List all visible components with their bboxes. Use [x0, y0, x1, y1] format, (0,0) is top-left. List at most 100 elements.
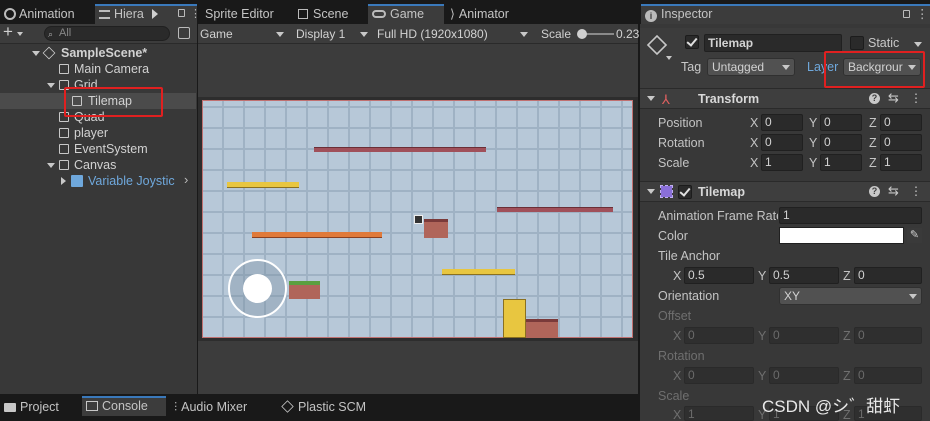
display-mode-dropdown[interactable]: Game: [200, 26, 288, 42]
color-label: Color: [658, 229, 688, 243]
chevron-down-icon[interactable]: [914, 42, 922, 47]
hierarchy-item-samplescene[interactable]: SampleScene*: [0, 45, 196, 61]
rotation-x-field[interactable]: 0: [761, 134, 803, 151]
help-icon[interactable]: ?: [869, 93, 880, 104]
tab-animation[interactable]: Animation: [0, 4, 92, 24]
layer-highlight-box: [824, 51, 925, 88]
static-checkbox[interactable]: [850, 36, 864, 50]
axis-y-label[interactable]: Y: [758, 269, 766, 283]
transform-header[interactable]: ⅄ Transform ? ⇆ ⋮: [640, 88, 930, 109]
component-menu-icon[interactable]: ⋮: [910, 91, 922, 105]
orientation-dropdown[interactable]: XY: [779, 287, 922, 305]
hierarchy-search-input[interactable]: ⌕ All: [44, 26, 170, 41]
scale-slider-handle[interactable]: [577, 29, 587, 39]
tab-animation-label: Animation: [19, 7, 75, 21]
scale-z-field[interactable]: 1: [880, 154, 922, 171]
eyedropper-icon[interactable]: ✎: [907, 228, 922, 243]
tilemap-enabled-checkbox[interactable]: [678, 185, 692, 199]
axis-z-label[interactable]: Z: [869, 136, 877, 150]
game-viewport: [202, 100, 633, 338]
axis-y-label[interactable]: Y: [809, 156, 817, 170]
position-x-field[interactable]: 0: [761, 114, 803, 131]
tile-anchor-x-value: 0.5: [688, 268, 705, 282]
collapse-arrow-icon[interactable]: [61, 177, 66, 185]
platform-yellow-left: [227, 182, 299, 188]
transform-title: Transform: [698, 92, 760, 106]
active-checkbox[interactable]: [685, 35, 699, 49]
display-dropdown[interactable]: Display 1: [296, 26, 372, 42]
expand-arrow-icon[interactable]: [647, 189, 655, 194]
object-name-field[interactable]: Tilemap: [704, 34, 842, 52]
tab-console[interactable]: Console: [82, 396, 166, 416]
component-menu-icon[interactable]: ⋮: [910, 184, 922, 198]
axis-z-label[interactable]: Z: [843, 269, 851, 283]
tab-inspector[interactable]: i Inspector ⋮: [641, 4, 930, 24]
info-icon: i: [645, 10, 657, 22]
animation-frame-rate-field[interactable]: 1: [779, 207, 922, 224]
axis-z-label[interactable]: Z: [869, 116, 877, 130]
tab-menu-icon[interactable]: ⋮: [190, 6, 201, 23]
search-options-icon[interactable]: [178, 27, 190, 39]
preset-sliders-icon[interactable]: ⇆: [888, 183, 899, 199]
tab-game[interactable]: Game: [368, 4, 444, 24]
chevron-right-icon[interactable]: ›: [184, 172, 188, 188]
joystick-handle[interactable]: [243, 274, 272, 303]
axis-z-label[interactable]: Z: [869, 156, 877, 170]
tile-anchor-y-field[interactable]: 0.5: [769, 267, 839, 284]
lock-icon[interactable]: [178, 9, 185, 17]
tab-audio-mixer[interactable]: ⫶ Audio Mixer: [170, 397, 274, 417]
resolution-dropdown[interactable]: Full HD (1920x1080): [377, 26, 532, 42]
hierarchy-item-variable-joystick[interactable]: Variable Joystic ›: [0, 172, 196, 189]
expand-arrow-icon[interactable]: [47, 83, 55, 88]
lock-icon[interactable]: [903, 10, 910, 18]
hierarchy-icon: [99, 10, 110, 19]
position-y-field[interactable]: 0: [820, 114, 862, 131]
axis-y-label[interactable]: Y: [809, 116, 817, 130]
animator-icon: ⟩: [450, 7, 455, 21]
chevron-down-icon[interactable]: [17, 32, 23, 36]
tile-anchor-x-field[interactable]: 0.5: [684, 267, 754, 284]
watermark-text: CSDN @シ゛甜虾: [762, 397, 901, 416]
scale-slider[interactable]: [577, 29, 614, 39]
expand-arrow-icon[interactable]: [32, 51, 40, 56]
tab-plastic-scm[interactable]: Plastic SCM: [278, 397, 388, 417]
expand-arrow-icon[interactable]: [47, 163, 55, 168]
tilemap-component-header[interactable]: Tilemap ? ⇆ ⋮: [640, 181, 930, 202]
tab-overflow-arrow[interactable]: [152, 9, 158, 19]
add-icon[interactable]: +: [3, 22, 13, 42]
rotation-x-value: 0: [765, 135, 772, 149]
tab-project[interactable]: Project: [0, 397, 92, 417]
hierarchy-item-eventsystem[interactable]: EventSystem: [0, 141, 196, 157]
chevron-down-icon[interactable]: [666, 56, 672, 60]
gameobject-cube-icon: [59, 64, 69, 74]
preset-sliders-icon[interactable]: ⇆: [888, 90, 899, 106]
tag-dropdown[interactable]: Untagged: [707, 58, 795, 76]
axis-y-label: Y: [758, 329, 767, 343]
axis-x-label[interactable]: X: [673, 269, 681, 283]
axis-y-label[interactable]: Y: [809, 136, 817, 150]
rotation-z-field[interactable]: 0: [880, 134, 922, 151]
tab-scene[interactable]: Scene: [294, 4, 366, 24]
hierarchy-item-canvas[interactable]: Canvas: [0, 157, 196, 173]
scale-label: Scale: [658, 156, 690, 170]
rotation-y-value: 0: [824, 135, 831, 149]
position-z-field[interactable]: 0: [880, 114, 922, 131]
tile-anchor-label: Tile Anchor: [658, 249, 721, 263]
scale-y-field[interactable]: 1: [820, 154, 862, 171]
tab-sprite-editor[interactable]: Sprite Editor: [201, 4, 293, 24]
color-swatch[interactable]: [779, 227, 904, 244]
hierarchy-item-main-camera[interactable]: Main Camera: [0, 61, 196, 77]
tab-animator[interactable]: ⟩ Animator: [446, 4, 538, 24]
tab-hierarchy[interactable]: Hiera ⋮: [95, 4, 201, 24]
scale-x-field[interactable]: 1: [761, 154, 803, 171]
red-block-stack: [526, 319, 558, 338]
rotation-y-field[interactable]: 0: [820, 134, 862, 151]
hierarchy-item-player[interactable]: player: [0, 125, 196, 141]
axis-x-label[interactable]: X: [750, 116, 758, 130]
tile-anchor-z-field[interactable]: 0: [854, 267, 922, 284]
axis-x-label[interactable]: X: [750, 156, 758, 170]
expand-arrow-icon[interactable]: [647, 96, 655, 101]
axis-x-label[interactable]: X: [750, 136, 758, 150]
tab-menu-icon[interactable]: ⋮: [916, 6, 929, 23]
help-icon[interactable]: ?: [869, 186, 880, 197]
